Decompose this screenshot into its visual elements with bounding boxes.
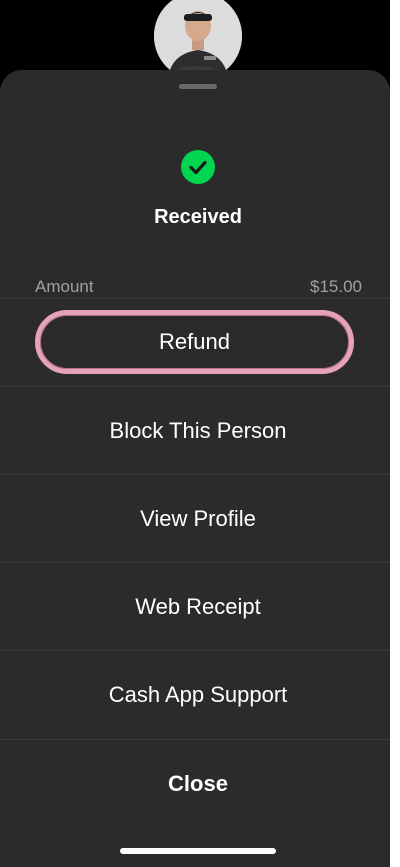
refund-button[interactable]: Refund bbox=[35, 310, 354, 374]
amount-row: Amount $15.00 bbox=[0, 270, 390, 299]
check-circle-icon bbox=[181, 150, 215, 184]
avatar-photo bbox=[154, 0, 242, 80]
web-receipt-button[interactable]: Web Receipt bbox=[0, 562, 390, 650]
amount-value: $15.00 bbox=[310, 277, 362, 296]
close-button[interactable]: Close bbox=[0, 739, 390, 827]
support-button[interactable]: Cash App Support bbox=[0, 650, 390, 738]
screen: Received Amount $15.00 Refund Block This… bbox=[0, 0, 390, 867]
screen-edge bbox=[390, 0, 400, 867]
view-profile-button[interactable]: View Profile bbox=[0, 474, 390, 562]
status-title: Received bbox=[154, 206, 242, 228]
block-person-button[interactable]: Block This Person bbox=[0, 386, 390, 474]
avatar[interactable] bbox=[154, 0, 242, 80]
amount-label: Amount bbox=[35, 277, 94, 296]
sheet-grabber[interactable] bbox=[179, 84, 217, 89]
transaction-sheet: Received Amount $15.00 Refund Block This… bbox=[0, 70, 390, 867]
home-indicator[interactable] bbox=[120, 848, 276, 854]
